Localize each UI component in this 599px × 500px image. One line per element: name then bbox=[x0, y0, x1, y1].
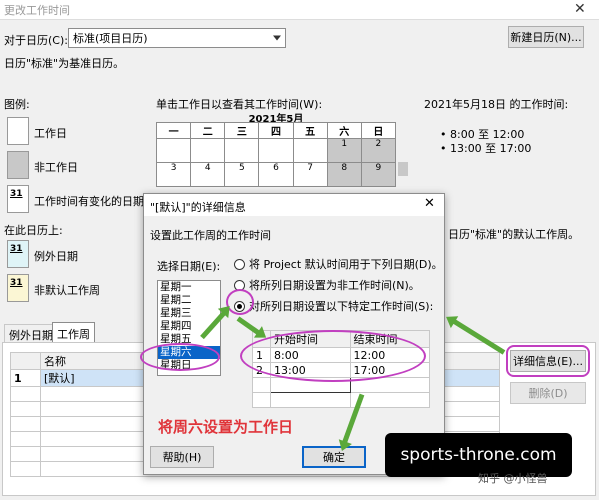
delete-button[interactable]: 删除(D) bbox=[510, 382, 586, 404]
weekday-header: 四 bbox=[258, 122, 294, 139]
row-index bbox=[252, 392, 271, 408]
legend-on-calendar: 在此日历上: bbox=[4, 224, 63, 237]
row-index bbox=[10, 401, 41, 417]
weekday-header: 六 bbox=[326, 122, 362, 139]
calendar-day[interactable]: 8 bbox=[326, 162, 362, 187]
calendar-day[interactable]: 1 bbox=[326, 138, 362, 163]
legend-changed-swatch: 31 bbox=[7, 185, 29, 213]
annotation-text: 将周六设置为工作日 bbox=[158, 418, 294, 436]
legend-exception-swatch: 31 bbox=[7, 240, 29, 268]
calendar-day[interactable]: 6 bbox=[258, 162, 294, 187]
times-highlight-ellipse bbox=[240, 330, 426, 382]
row-index bbox=[10, 386, 41, 402]
work-times-heading: 2021年5月18日 的工作时间: bbox=[424, 98, 569, 111]
legend-nonworkday-swatch bbox=[7, 151, 29, 179]
weekday-header: 一 bbox=[155, 122, 192, 139]
site-watermark-text: sports-throne.com bbox=[400, 445, 557, 465]
weekday-header: 三 bbox=[224, 122, 260, 139]
legend-changed-label: 工作时间有变化的日期 bbox=[34, 195, 144, 208]
window-title-bar: 更改工作时间 ✕ bbox=[0, 0, 599, 20]
tab-work-weeks[interactable]: 工作周 bbox=[52, 322, 95, 342]
ok-button[interactable]: 确定 bbox=[302, 446, 366, 468]
calendar-day[interactable] bbox=[155, 138, 192, 163]
work-time-slot: • 13:00 至 17:00 bbox=[440, 142, 532, 155]
row-index bbox=[10, 446, 41, 462]
weekday-header: 五 bbox=[292, 122, 328, 139]
radio-default-label: 将 Project 默认时间用于下列日期(D)。 bbox=[249, 258, 443, 271]
list-item[interactable]: 星期二 bbox=[158, 294, 220, 307]
row-index bbox=[10, 416, 41, 432]
table-row[interactable] bbox=[252, 392, 430, 408]
calendar-day[interactable] bbox=[258, 138, 294, 163]
for-calendar-label: 对于日历(C): bbox=[4, 34, 68, 47]
weekday-header: 二 bbox=[190, 122, 226, 139]
dialog-title-bar: "[默认]"的详细信息 ✕ bbox=[144, 194, 444, 216]
legend-nonworkday-label: 非工作日 bbox=[34, 161, 78, 174]
row-index: 1 bbox=[10, 369, 41, 387]
legend-title: 图例: bbox=[4, 98, 30, 111]
select-days-label: 选择日期(E): bbox=[157, 260, 221, 273]
calendar-day[interactable] bbox=[190, 138, 226, 163]
calendar-scrollbar[interactable] bbox=[398, 162, 408, 176]
calendar-day[interactable]: 9 bbox=[360, 162, 397, 187]
legend-exception-label: 例外日期 bbox=[34, 250, 78, 263]
chevron-down-icon bbox=[273, 35, 281, 41]
legend-nondefault-badge: 31 bbox=[10, 278, 23, 288]
zhihu-watermark: 知乎 @小怪兽 bbox=[478, 472, 548, 485]
legend-workday-swatch bbox=[7, 117, 29, 145]
new-calendar-button[interactable]: 新建日历(N)... bbox=[508, 26, 584, 48]
base-calendar-note: 日历"标准"为基准日历。 bbox=[4, 57, 125, 70]
legend-workday-label: 工作日 bbox=[34, 127, 67, 140]
calendar-day[interactable]: 4 bbox=[190, 162, 226, 187]
help-button[interactable]: 帮助(H) bbox=[150, 446, 214, 468]
default-week-note: 日历"标准"的默认工作周。 bbox=[448, 228, 580, 241]
dialog-title: "[默认]"的详细信息 bbox=[150, 201, 246, 214]
calendar-day[interactable]: 5 bbox=[224, 162, 260, 187]
legend-changed-badge: 31 bbox=[10, 189, 23, 199]
radio-specific-times[interactable]: 对所列日期设置以下特定工作时间(S): bbox=[234, 298, 433, 314]
start-time-cell[interactable] bbox=[270, 392, 351, 408]
calendar-day[interactable]: 3 bbox=[155, 162, 192, 187]
weekday-header: 日 bbox=[360, 122, 397, 139]
calendar-weekday-row: 一 二 三 四 五 六 日 bbox=[155, 122, 397, 139]
calendar-day[interactable] bbox=[292, 138, 328, 163]
radio-default-time[interactable]: 将 Project 默认时间用于下列日期(D)。 bbox=[234, 256, 443, 272]
row-index bbox=[10, 461, 41, 477]
details-highlight-ellipse bbox=[506, 345, 590, 377]
calendar-select[interactable]: 标准(项目日历) bbox=[68, 28, 286, 48]
list-item[interactable]: 星期一 bbox=[158, 281, 220, 294]
row-index bbox=[252, 377, 271, 393]
close-icon[interactable]: ✕ bbox=[574, 1, 586, 17]
calendar-select-value: 标准(项目日历) bbox=[73, 32, 148, 45]
radio-nonworking-label: 将所列日期设置为非工作时间(N)。 bbox=[249, 279, 420, 292]
row-index bbox=[10, 431, 41, 447]
calendar-day[interactable]: 2 bbox=[360, 138, 397, 163]
radio-nonworking[interactable]: 将所列日期设置为非工作时间(N)。 bbox=[234, 277, 420, 293]
tab-exceptions[interactable]: 例外日期 bbox=[4, 324, 58, 342]
radio-specific-label: 对所列日期设置以下特定工作时间(S): bbox=[249, 300, 434, 313]
legend-nondefault-swatch: 31 bbox=[7, 274, 29, 302]
month-calendar[interactable]: 一 二 三 四 五 六 日 1 2 3 4 5 6 7 8 9 bbox=[155, 122, 397, 187]
radio-icon bbox=[234, 259, 245, 270]
calendar-day[interactable] bbox=[224, 138, 260, 163]
calendar-day[interactable]: 7 bbox=[292, 162, 328, 187]
window-title: 更改工作时间 bbox=[4, 4, 70, 17]
grid-corner bbox=[10, 352, 41, 370]
legend-nondefault-label: 非默认工作周 bbox=[34, 284, 100, 297]
close-icon[interactable]: ✕ bbox=[424, 196, 435, 211]
dialog-section-label: 设置此工作周的工作时间 bbox=[150, 229, 271, 242]
saturday-highlight-ellipse bbox=[140, 343, 220, 371]
legend-exception-badge: 31 bbox=[10, 244, 23, 254]
list-item[interactable]: 星期三 bbox=[158, 307, 220, 320]
